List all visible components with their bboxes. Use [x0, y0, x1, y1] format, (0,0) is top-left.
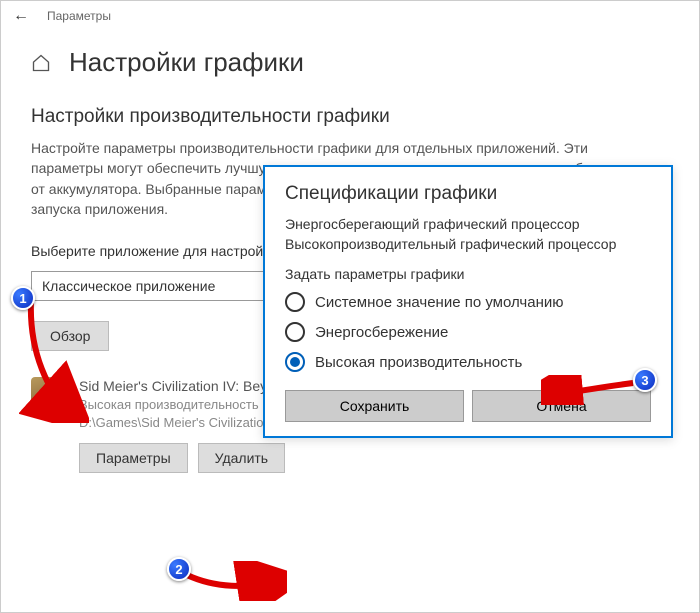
radio-high-performance[interactable]: Высокая производительность: [285, 352, 651, 372]
radio-power-saving[interactable]: Энергосбережение: [285, 322, 651, 342]
home-icon[interactable]: [31, 53, 51, 73]
dialog-gpu-highperf: Высокопроизводительный графический проце…: [285, 235, 651, 255]
section-title: Настройки производительности графики: [1, 86, 699, 138]
annotation-arrow-2: [177, 561, 287, 601]
annotation-badge-2: 2: [167, 557, 191, 581]
title-bar: ← Параметры: [1, 1, 699, 31]
radio-label: Системное значение по умолчанию: [315, 294, 564, 311]
app-options-button[interactable]: Параметры: [79, 443, 188, 473]
radio-system-default[interactable]: Системное значение по умолчанию: [285, 292, 651, 312]
dialog-prompt: Задать параметры графики: [285, 266, 651, 282]
dialog-title: Спецификации графики: [285, 183, 651, 205]
cancel-button[interactable]: Отмена: [472, 390, 651, 422]
title-bar-label: Параметры: [47, 9, 111, 23]
app-delete-button[interactable]: Удалить: [198, 443, 285, 473]
app-action-buttons: Параметры Удалить: [1, 437, 699, 473]
radio-label: Высокая производительность: [315, 354, 522, 371]
dialog-gpu-info: Энергосберегающий графический процессор …: [285, 215, 651, 254]
dialog-button-row: Сохранить Отмена: [285, 390, 651, 422]
app-icon: CIV: [31, 377, 67, 413]
radio-group: Системное значение по умолчанию Энергосб…: [285, 292, 651, 372]
radio-circle-icon: [285, 292, 305, 312]
browse-button[interactable]: Обзор: [31, 321, 109, 351]
radio-circle-icon: [285, 322, 305, 342]
annotation-badge-1: 1: [11, 286, 35, 310]
graphics-spec-dialog: Спецификации графики Энергосберегающий г…: [263, 165, 673, 438]
radio-circle-icon: [285, 352, 305, 372]
dropdown-value: Классическое приложение: [42, 278, 215, 294]
save-button[interactable]: Сохранить: [285, 390, 464, 422]
radio-label: Энергосбережение: [315, 324, 448, 341]
annotation-badge-3: 3: [633, 368, 657, 392]
dialog-gpu-powersave: Энергосберегающий графический процессор: [285, 215, 651, 235]
page-title: Настройки графики: [69, 47, 304, 78]
page-heading: Настройки графики: [1, 31, 699, 86]
back-arrow-icon[interactable]: ←: [13, 7, 37, 25]
